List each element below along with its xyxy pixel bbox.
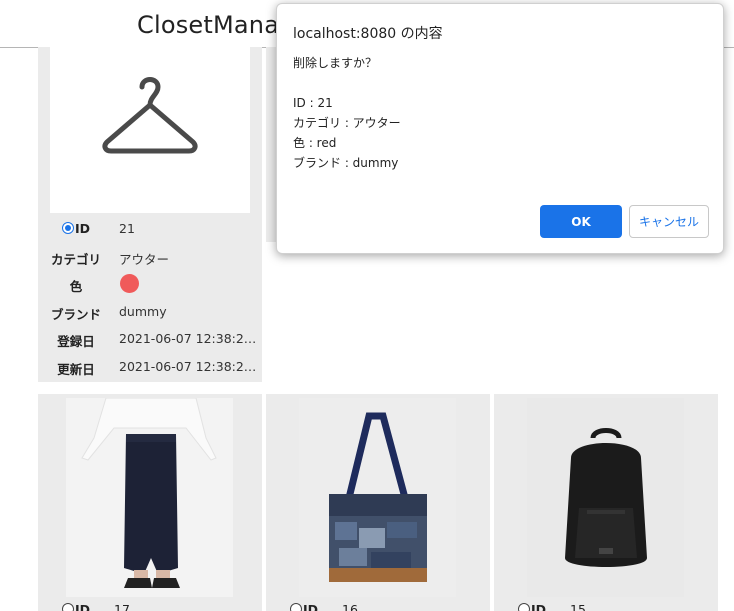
- updated-row: 更新日 2021-06-07 12:38:2…: [38, 353, 262, 381]
- select-radio[interactable]: [518, 603, 530, 611]
- item-photo: [66, 398, 233, 597]
- dialog-message: 削除しますか？ ID : 21 カテゴリ : アウター 色 : red ブランド…: [293, 53, 401, 173]
- page: ClosetManager ID 21 カテゴリ アウター 色 ブランド dum…: [0, 0, 734, 611]
- dialog-message-line: ID : 21: [293, 96, 333, 110]
- created-value: 2021-06-07 12:38:2…: [119, 331, 257, 346]
- dialog-message-line: ブランド : dummy: [293, 156, 399, 170]
- dialog-title: localhost:8080 の内容: [293, 26, 443, 42]
- dialog-message-line: 色 : red: [293, 136, 337, 150]
- backpack-photo: [527, 398, 684, 597]
- id-label: ID: [531, 602, 547, 611]
- closet-item-card[interactable]: ID 15: [494, 394, 718, 611]
- id-label: ID: [75, 602, 91, 611]
- id-value: 15: [570, 602, 586, 611]
- category-label: カテゴリ: [50, 251, 101, 267]
- closet-item-card[interactable]: ID 21 カテゴリ アウター 色 ブランド dummy 登録日 2021-06…: [38, 47, 262, 382]
- id-value: 16: [342, 602, 358, 611]
- category-value: アウター: [119, 251, 170, 267]
- item-photo: [299, 398, 456, 597]
- color-swatch: [120, 274, 139, 293]
- dialog-message-line: カテゴリ : アウター: [293, 116, 401, 130]
- closet-item-card[interactable]: ID 17: [38, 394, 262, 611]
- id-label: ID: [303, 602, 319, 611]
- select-radio[interactable]: [61, 222, 74, 234]
- item-photo: [527, 398, 684, 597]
- shoulder-bag-photo: [299, 398, 456, 597]
- id-value: 17: [114, 602, 130, 611]
- brand-label: ブランド: [50, 306, 101, 322]
- ok-button[interactable]: OK: [540, 205, 622, 238]
- brand-value: dummy: [119, 303, 167, 319]
- id-label: ID: [74, 221, 91, 236]
- select-radio[interactable]: [62, 603, 74, 611]
- created-label: 登録日: [57, 334, 95, 349]
- hanger-icon: [102, 77, 198, 154]
- dialog-message-line: 削除しますか？: [293, 56, 378, 70]
- category-row: カテゴリ アウター: [38, 243, 262, 271]
- color-row: 色: [38, 270, 262, 298]
- id-row: ID 15: [518, 602, 586, 611]
- item-photo: [50, 47, 250, 213]
- updated-value: 2021-06-07 12:38:2…: [119, 358, 257, 374]
- id-row: ID 21: [38, 215, 262, 243]
- brand-row: ブランド dummy: [38, 298, 262, 326]
- select-radio[interactable]: [290, 603, 302, 611]
- color-label: 色: [69, 279, 83, 294]
- id-value: 21: [119, 221, 135, 236]
- dialog-message-line: [293, 73, 401, 93]
- item-details: ID 21 カテゴリ アウター 色 ブランド dummy 登録日 2021-06…: [38, 215, 262, 380]
- closet-item-card[interactable]: ID 16: [266, 394, 490, 611]
- created-row: 登録日 2021-06-07 12:38:2…: [38, 325, 262, 353]
- id-row: ID 16: [290, 602, 358, 611]
- updated-label: 更新日: [57, 361, 95, 377]
- denim-skirt-photo: [66, 398, 233, 597]
- id-row: ID 17: [62, 602, 130, 611]
- confirm-dialog: localhost:8080 の内容 削除しますか？ ID : 21 カテゴリ …: [276, 3, 724, 254]
- cancel-button[interactable]: キャンセル: [629, 205, 709, 238]
